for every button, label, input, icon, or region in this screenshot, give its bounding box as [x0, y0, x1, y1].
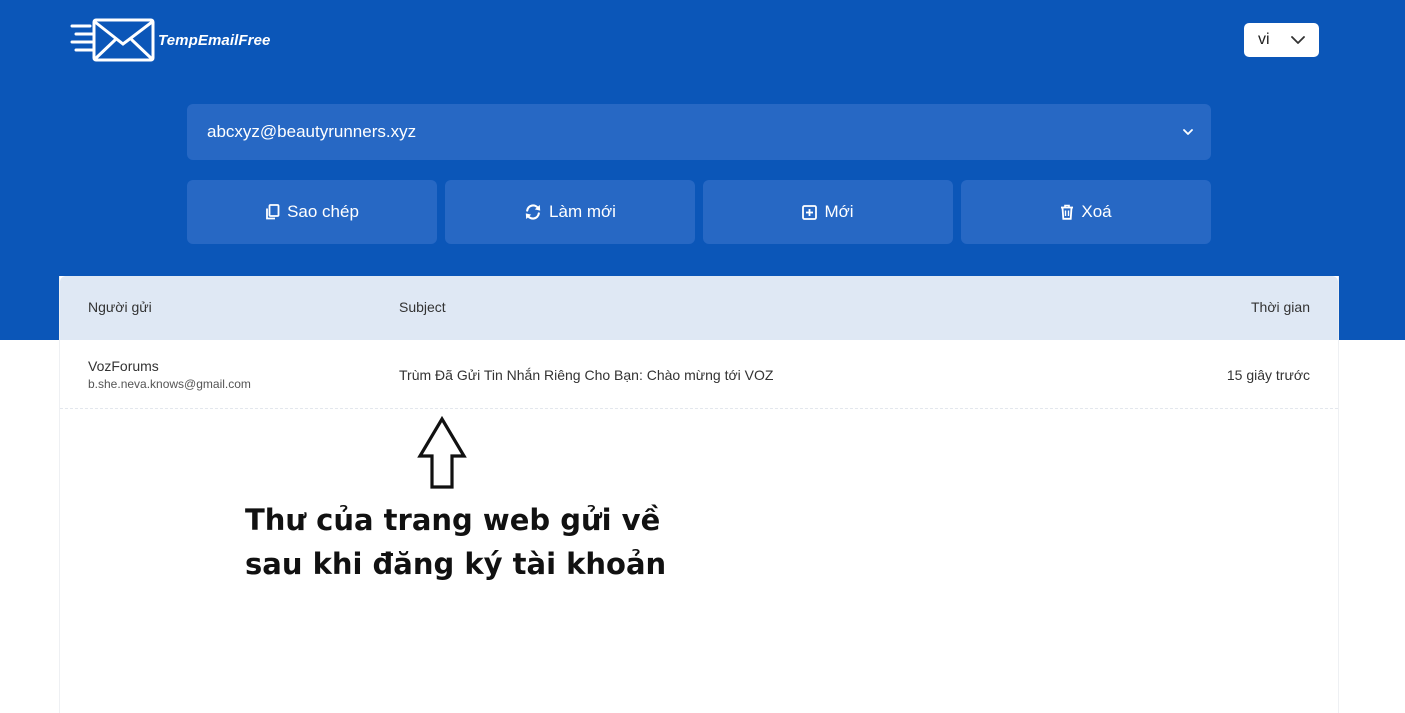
inbox-header-row: Người gửi Subject Thời gian — [60, 276, 1338, 340]
action-bar: Sao chép Làm mới Mới Xoá — [187, 180, 1211, 244]
refresh-button[interactable]: Làm mới — [445, 180, 695, 244]
delete-button-label: Xoá — [1081, 202, 1112, 221]
message-sender-name: VozForums — [88, 358, 159, 374]
plus-square-icon — [802, 204, 818, 220]
envelope-speed-icon — [70, 18, 155, 62]
message-subject: Trùm Đã Gửi Tin Nhắn Riêng Cho Bạn: Chào… — [399, 367, 774, 383]
table-row[interactable]: VozForums b.she.neva.knows@gmail.com Trù… — [60, 340, 1338, 409]
new-email-button-label: Mới — [824, 202, 854, 221]
annotation-line-1: Thư của trang web gửi về — [245, 503, 661, 537]
copy-button-label: Sao chép — [287, 202, 359, 221]
column-header-time: Thời gian — [1251, 299, 1310, 315]
inbox-table: Người gửi Subject Thời gian VozForums b.… — [59, 276, 1339, 713]
message-time: 15 giây trước — [1226, 367, 1310, 383]
brand-name: TempEmailFree — [158, 31, 271, 49]
chevron-down-icon — [1183, 128, 1193, 135]
message-sender-email: b.she.neva.knows@gmail.com — [88, 377, 251, 391]
refresh-icon — [525, 204, 541, 220]
chevron-down-icon — [1291, 35, 1305, 44]
column-header-sender: Người gửi — [88, 299, 152, 315]
language-select[interactable]: vi — [1244, 23, 1319, 57]
email-address-select[interactable]: abcxyz@beautyrunners.xyz — [187, 104, 1211, 160]
trash-icon — [1061, 204, 1074, 220]
column-header-subject: Subject — [399, 299, 446, 315]
language-value: vi — [1258, 31, 1270, 48]
delete-button[interactable]: Xoá — [961, 180, 1211, 244]
brand-logo[interactable]: TempEmailFree — [70, 18, 270, 62]
copy-button[interactable]: Sao chép — [187, 180, 437, 244]
annotation-text: Thư của trang web gửi về sau khi đăng ký… — [245, 498, 666, 586]
annotation-line-2: sau khi đăng ký tài khoản — [245, 547, 667, 581]
refresh-button-label: Làm mới — [549, 202, 616, 221]
email-address-value: abcxyz@beautyrunners.xyz — [207, 122, 417, 141]
new-email-button[interactable]: Mới — [703, 180, 953, 244]
copy-icon — [266, 204, 280, 220]
up-arrow-icon — [417, 416, 467, 489]
